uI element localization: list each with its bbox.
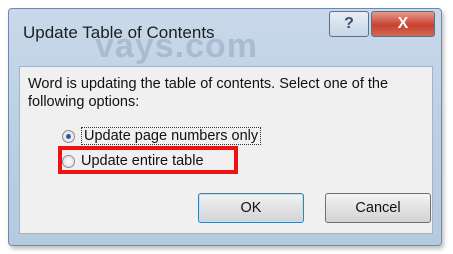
close-button[interactable]: X (371, 11, 435, 37)
dialog-window: vays.com Update Table of Contents ? X Wo… (8, 8, 442, 246)
title-bar[interactable]: vays.com Update Table of Contents ? X (9, 9, 441, 65)
close-icon: X (397, 15, 409, 32)
ok-button[interactable]: OK (198, 193, 304, 223)
dialog-title: Update Table of Contents (23, 23, 215, 42)
option-update-page-numbers[interactable]: Update page numbers only (62, 127, 262, 145)
dialog-message: Word is updating the table of contents. … (28, 76, 389, 110)
help-button[interactable]: ? (329, 11, 369, 37)
help-icon: ? (344, 15, 354, 32)
cancel-button[interactable]: Cancel (325, 193, 431, 223)
option-label: Update page numbers only (81, 127, 262, 145)
dialog-body: Word is updating the table of contents. … (19, 66, 433, 234)
highlight-box (58, 146, 238, 174)
radio-selected-icon[interactable] (62, 129, 75, 143)
